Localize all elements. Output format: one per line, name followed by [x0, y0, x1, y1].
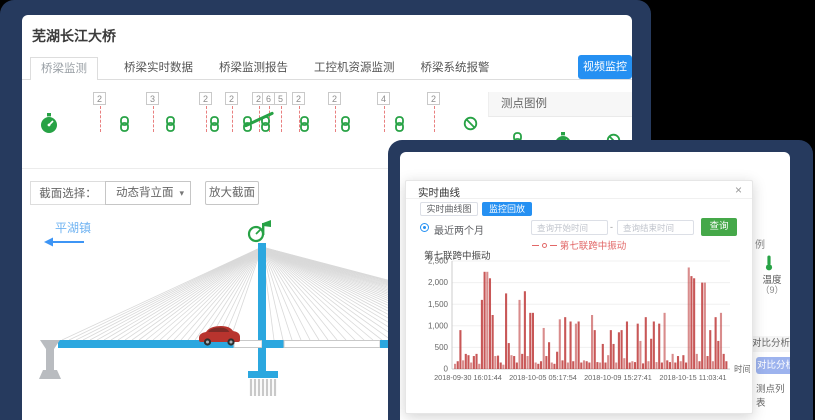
- sensor-count-badge: 5: [274, 92, 287, 105]
- svg-text:1,000: 1,000: [428, 321, 449, 330]
- sensor-count-badge: 2: [93, 92, 106, 105]
- sensor-marker-line: [206, 106, 207, 132]
- query-start-time-input[interactable]: [531, 220, 608, 235]
- tab-bar: 桥梁监测 桥梁实时数据 桥梁监测报告 工控机资源监测 桥梁系统报警: [30, 57, 490, 80]
- sensor-marker-line: [335, 106, 336, 132]
- date-range-separator: -: [610, 222, 613, 232]
- modal-title-divider: [406, 198, 752, 199]
- chain-sensor-icon: [209, 116, 220, 137]
- svg-text:2,500: 2,500: [428, 257, 449, 266]
- tab-桥梁系统报警[interactable]: 桥梁系统报警: [421, 59, 490, 80]
- tab-桥梁实时数据[interactable]: 桥梁实时数据: [124, 59, 193, 80]
- chevron-down-icon: ▾: [179, 182, 184, 204]
- svg-text:1,500: 1,500: [428, 300, 449, 309]
- ban-icon: [463, 116, 478, 136]
- chain-sensor-icon: [299, 116, 310, 137]
- thermometer-icon: [764, 255, 774, 271]
- sensor-marker-line: [100, 106, 101, 132]
- tab-桥梁监测[interactable]: 桥梁监测: [30, 57, 98, 80]
- sensor-count-badge: 2: [199, 92, 212, 105]
- compare-analysis-header: 对比分析: [748, 336, 790, 352]
- tab-桥梁监测报告[interactable]: 桥梁监测报告: [219, 59, 288, 80]
- svg-text:2018-10-09 15:27:41: 2018-10-09 15:27:41: [584, 373, 652, 382]
- bridge-tower: [258, 243, 266, 375]
- close-icon[interactable]: ×: [735, 183, 742, 197]
- compare-analysis-button[interactable]: 对比分析: [756, 357, 790, 374]
- point-list-header: 测点列表: [756, 381, 790, 409]
- pier-shape: [39, 340, 61, 379]
- sensor-marker-line: [434, 106, 435, 132]
- sensor-marker-line: [281, 106, 282, 132]
- realtime-curve-modal: 实时曲线 × 实时曲线图 监控回放 最近两个月 - 查询 第七联跨中振动 第七联…: [405, 180, 753, 414]
- chain-sensor-icon: [165, 116, 176, 137]
- legend-marker-icon: [532, 245, 539, 246]
- section-select-label: 截面选择：: [30, 181, 106, 205]
- tower-foundation: [248, 371, 278, 396]
- query-end-time-input[interactable]: [617, 220, 694, 235]
- legend-marker-icon: [542, 243, 547, 248]
- vibration-chart: 05001,0001,5002,0002,5002018-09-30 16:01…: [414, 255, 750, 391]
- chain-sensor-icon: [340, 116, 351, 137]
- tab-realtime-curve[interactable]: 实时曲线图: [420, 202, 478, 216]
- query-button[interactable]: 查询: [701, 218, 737, 236]
- stopwatch-icon: [40, 113, 58, 139]
- svg-text:2018-09-30 16:01:44: 2018-09-30 16:01:44: [434, 373, 502, 382]
- section-select-value: 动态背立面: [116, 187, 174, 199]
- section-select-dropdown[interactable]: 动态背立面 ▾: [105, 181, 191, 205]
- svg-text:2018-10-05 05:17:54: 2018-10-05 05:17:54: [509, 373, 577, 382]
- left-arrow-icon: [44, 238, 84, 247]
- sensor-marker-line: [232, 106, 233, 132]
- tab-monitor-playback[interactable]: 监控回放: [482, 202, 532, 216]
- sensor-count-badge: 2: [427, 92, 440, 105]
- sensor-marker-line: [153, 106, 154, 132]
- sensor-count-badge: 2: [328, 92, 341, 105]
- overlay-window: 例 温度 （9） 对比分析 对比分析 测点列表 实时曲线 × 实时曲线图 监控回…: [400, 152, 790, 420]
- legend-series-label: 第七联跨中振动: [560, 238, 627, 252]
- tab-工控机资源监测[interactable]: 工控机资源监测: [314, 59, 395, 80]
- chain-sensor-icon: [394, 116, 405, 137]
- legend-panel: 测点图例: [488, 92, 632, 117]
- sensor-count-badge: 3: [146, 92, 159, 105]
- chain-sensor-icon: [119, 116, 130, 137]
- svg-text:2018-10-15 11:03:41: 2018-10-15 11:03:41: [659, 373, 726, 382]
- sensor-count-badge: 4: [377, 92, 390, 105]
- svg-text:2,000: 2,000: [428, 278, 449, 287]
- svg-text:500: 500: [435, 343, 449, 352]
- recent-two-months-label: 最近两个月: [434, 222, 484, 237]
- svg-text:时间: 时间: [734, 364, 750, 374]
- gauge-icon: [249, 220, 271, 241]
- legend-panel-header: 测点图例: [488, 92, 632, 117]
- bridge-direction-label: 平湖镇: [55, 220, 91, 235]
- zoom-section-button[interactable]: 放大截面: [205, 181, 259, 205]
- temperature-count: （9）: [758, 283, 786, 296]
- overlay-window-frame: 例 温度 （9） 对比分析 对比分析 测点列表 实时曲线 × 实时曲线图 监控回…: [388, 140, 813, 420]
- sensor-count-badge: 2: [225, 92, 238, 105]
- recent-two-months-radio[interactable]: [420, 223, 429, 232]
- sensor-marker-line: [384, 106, 385, 132]
- legend-header-fragment: 例: [755, 236, 765, 251]
- sensor-count-badge: 2: [292, 92, 305, 105]
- legend-marker-icon: [550, 245, 557, 246]
